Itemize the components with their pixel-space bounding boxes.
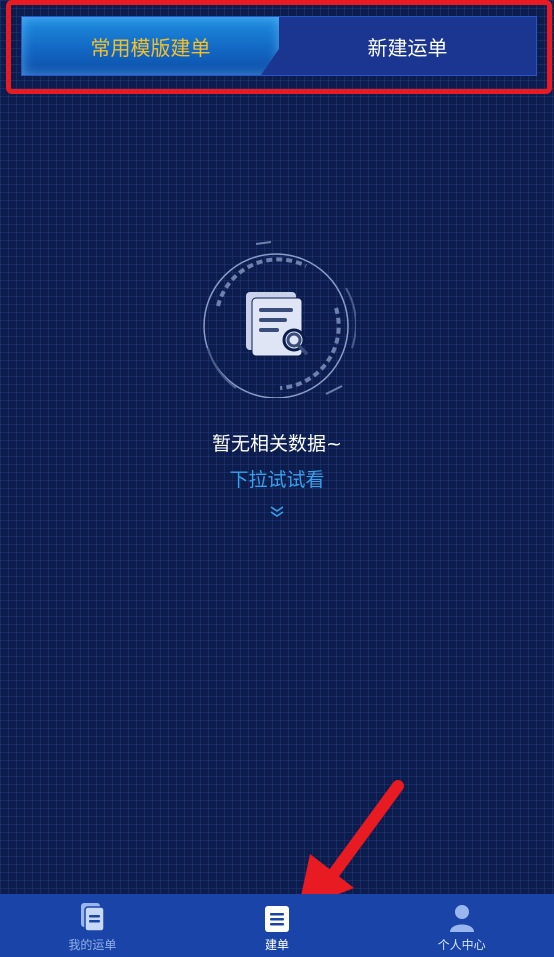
tab-template-order-label: 常用模版建单 (90, 35, 211, 60)
double-chevron-down-icon (270, 506, 284, 517)
empty-state-title: 暂无相关数据~ (212, 433, 342, 455)
nav-label-profile: 个人中心 (437, 938, 486, 952)
list-doc-icon (265, 906, 289, 932)
tab-new-waybill-label: 新建运单 (367, 35, 448, 60)
tab-template-order[interactable]: 常用模版建单 (22, 17, 279, 75)
nav-label-create-order: 建单 (265, 938, 290, 952)
nav-item-my-waybills[interactable]: 我的运单 (0, 894, 185, 957)
pull-to-refresh-hint[interactable]: 下拉试试看 (0, 465, 554, 492)
documents-icon (81, 903, 106, 932)
nav-item-create-order[interactable]: 建单 (185, 894, 370, 957)
tab-new-waybill[interactable]: 新建运单 (279, 17, 536, 75)
user-icon (449, 905, 474, 932)
nav-item-profile[interactable]: 个人中心 (369, 894, 554, 957)
tab-bar: 常用模版建单 新建运单 (21, 16, 537, 76)
nav-label-my-waybills: 我的运单 (68, 938, 117, 952)
app-screen: 常用模版建单 新建运单 暂无相关数据~ 下拉试试看 我的运单 建单 个人中心 (0, 0, 554, 957)
document-search-icon (203, 241, 356, 398)
bottom-nav: 我的运单 建单 个人中心 (0, 894, 554, 957)
